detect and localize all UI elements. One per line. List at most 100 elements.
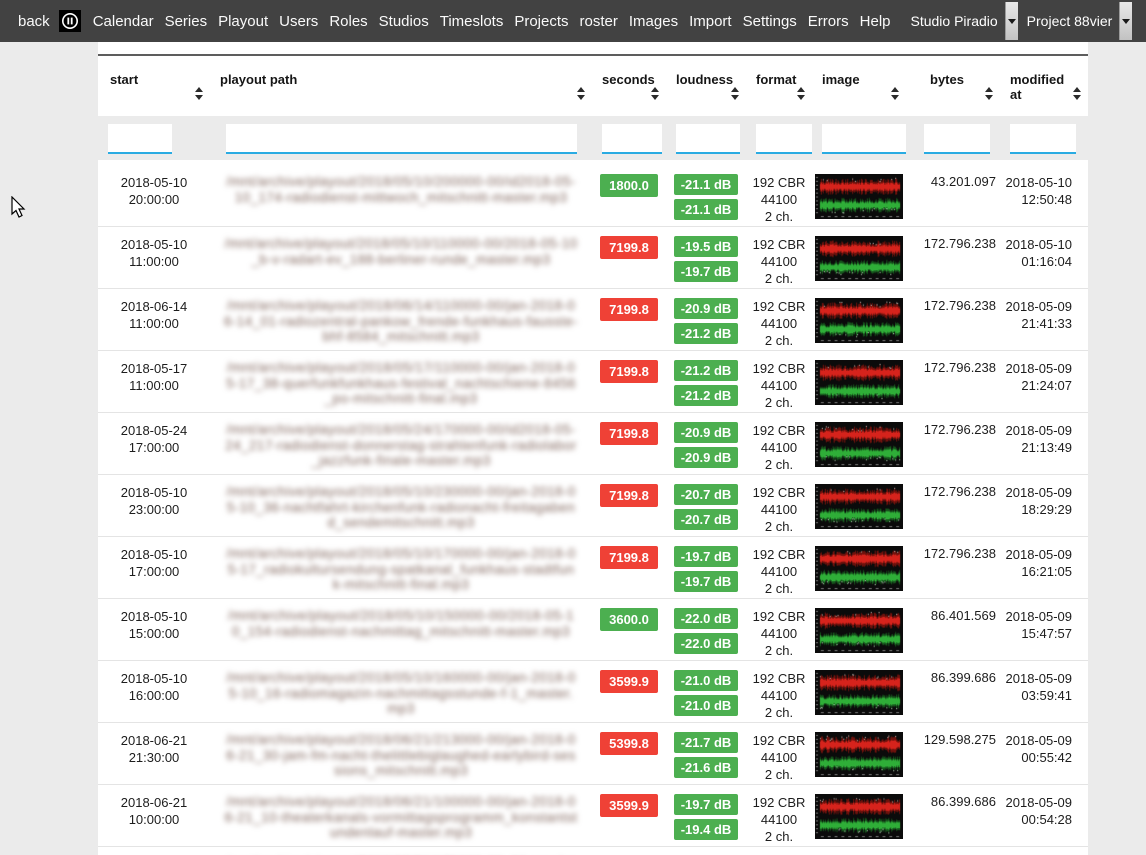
column-label: start xyxy=(110,72,138,87)
playout-path-cell: /mnt/archive/playout/2018/05/24/170000-0… xyxy=(210,413,592,475)
modified-at-cell: 2018-05-10 12:50:48 xyxy=(1000,163,1088,227)
sort-icon[interactable] xyxy=(797,87,805,100)
format-cell: 192 CBR 44100 2 ch. xyxy=(746,537,812,599)
column-label: modified at xyxy=(1010,72,1064,102)
chevron-down-icon[interactable] xyxy=(1119,2,1132,40)
app-logo-icon[interactable] xyxy=(59,10,81,32)
nav-item-timeslots[interactable]: Timeslots xyxy=(440,13,504,30)
sort-icon[interactable] xyxy=(891,87,899,100)
modified-time: 21:41:33 xyxy=(1001,315,1072,332)
loudness-badge-1: -20.7 dB xyxy=(674,484,738,505)
nav-item-series[interactable]: Series xyxy=(165,13,208,30)
format-bitrate: 192 CBR xyxy=(747,546,811,563)
seconds-badge: 7199.8 xyxy=(600,298,658,321)
nav-item-studios[interactable]: Studios xyxy=(379,13,429,30)
chevron-down-icon[interactable] xyxy=(1005,2,1018,40)
column-header-loudness[interactable]: loudness xyxy=(666,55,746,116)
seconds-cell: 7199.8 xyxy=(592,413,666,475)
sort-icon[interactable] xyxy=(1073,87,1081,100)
project-select[interactable]: Project 88vier xyxy=(1023,2,1133,40)
column-header-format[interactable]: format xyxy=(746,55,812,116)
column-header-modified-at[interactable]: modified at xyxy=(1000,55,1088,116)
filter-start-input[interactable] xyxy=(108,124,172,154)
modified-time: 00:55:42 xyxy=(1001,749,1072,766)
waveform-image[interactable] xyxy=(815,298,903,343)
waveform-image[interactable] xyxy=(815,422,903,467)
waveform-image[interactable] xyxy=(815,608,903,653)
loudness-badge-2: -21.6 dB xyxy=(674,757,738,778)
playout-path-redacted: /mnt/archive/playout/2018/05/17/110000-0… xyxy=(226,360,576,406)
modified-at-cell: 2018-05-09 21:13:49 xyxy=(1000,413,1088,475)
sort-icon[interactable] xyxy=(651,87,659,100)
filter-image-input[interactable] xyxy=(822,124,908,154)
waveform-image[interactable] xyxy=(815,360,903,405)
waveform-image[interactable] xyxy=(815,236,903,281)
sort-icon[interactable] xyxy=(577,87,585,100)
waveform-image[interactable] xyxy=(815,484,903,529)
playout-path-redacted: /mnt/archive/playout/2018/05/10/170000-0… xyxy=(226,546,576,592)
loudness-badge-2: -19.4 dB xyxy=(674,819,738,840)
nav-item-playout[interactable]: Playout xyxy=(218,13,268,30)
column-header-bytes[interactable]: bytes xyxy=(906,55,1000,116)
studio-select[interactable]: Studio Piradio xyxy=(907,2,1018,40)
modified-time: 03:59:41 xyxy=(1001,687,1072,704)
format-samplerate: 44100 xyxy=(747,687,811,704)
filter-loudness-input[interactable] xyxy=(676,124,740,154)
format-channels: 2 ch. xyxy=(747,332,811,349)
nav-item-roles[interactable]: Roles xyxy=(329,13,367,30)
format-samplerate: 44100 xyxy=(747,501,811,518)
playout-path-cell: /mnt/archive/playout/2018/05/10/110000-0… xyxy=(210,227,592,289)
loudness-cell: -22.0 dB -22.0 dB xyxy=(666,599,746,661)
loudness-cell: -20.9 dB -21.2 dB xyxy=(666,289,746,351)
content-panel: start playout path seconds loudness form… xyxy=(98,42,1088,855)
table-body: 2018-05-10 20:00:00 /mnt/archive/playout… xyxy=(98,163,1088,855)
playout-path-redacted: /mnt/archive/playout/2018/05/10/230000-0… xyxy=(226,484,576,530)
column-header-playout-path[interactable]: playout path xyxy=(210,55,592,116)
format-channels: 2 ch. xyxy=(747,704,811,721)
nav-item-calendar[interactable]: Calendar xyxy=(93,13,154,30)
back-button[interactable]: back xyxy=(18,13,50,30)
sort-icon[interactable] xyxy=(985,87,993,100)
filter-bytes-input[interactable] xyxy=(924,124,990,154)
start-time: 23:00:00 xyxy=(99,501,209,518)
filter-seconds-input[interactable] xyxy=(602,124,662,154)
waveform-image[interactable] xyxy=(815,732,903,777)
table-header-row: start playout path seconds loudness form… xyxy=(98,55,1088,116)
nav-item-help[interactable]: Help xyxy=(860,13,891,30)
waveform-image[interactable] xyxy=(815,546,903,591)
nav-item-roster[interactable]: roster xyxy=(580,13,618,30)
column-header-image[interactable]: image xyxy=(812,55,906,116)
table-row: 2018-05-31 /mnt/archive/playout/2018/05/… xyxy=(98,847,1088,855)
filter-path-input[interactable] xyxy=(226,124,577,154)
loudness-badge-2: -20.7 dB xyxy=(674,509,738,530)
modified-date: 2018-05-09 xyxy=(1001,732,1072,749)
waveform-image[interactable] xyxy=(815,174,903,219)
sort-icon[interactable] xyxy=(731,87,739,100)
nav-item-projects[interactable]: Projects xyxy=(514,13,568,30)
start-cell: 2018-05-10 17:00:00 xyxy=(98,537,210,599)
project-select-value: Project 88vier xyxy=(1023,2,1120,40)
start-time: 20:00:00 xyxy=(99,191,209,208)
format-samplerate: 44100 xyxy=(747,749,811,766)
table-row: 2018-05-17 11:00:00 /mnt/archive/playout… xyxy=(98,351,1088,413)
bytes-cell: 129.598.275 xyxy=(906,723,1000,785)
filter-format-input[interactable] xyxy=(756,124,812,154)
modified-time: 21:13:49 xyxy=(1001,439,1072,456)
nav-item-images[interactable]: Images xyxy=(629,13,678,30)
seconds-badge: 3599.9 xyxy=(600,670,658,693)
nav-item-users[interactable]: Users xyxy=(279,13,318,30)
column-header-start[interactable]: start xyxy=(98,55,210,116)
bytes-cell: 172.796.238 xyxy=(906,537,1000,599)
waveform-image[interactable] xyxy=(815,670,903,715)
loudness-badge-2: -20.9 dB xyxy=(674,447,738,468)
column-header-seconds[interactable]: seconds xyxy=(592,55,666,116)
sort-icon[interactable] xyxy=(195,87,203,100)
modified-date: 2018-05-09 xyxy=(1001,484,1072,501)
filter-modified-input[interactable] xyxy=(1010,124,1076,154)
nav-item-errors[interactable]: Errors xyxy=(808,13,849,30)
image-cell xyxy=(812,351,906,413)
nav-item-import[interactable]: Import xyxy=(689,13,732,30)
bytes-cell: 172.796.238 xyxy=(906,413,1000,475)
waveform-image[interactable] xyxy=(815,794,903,839)
nav-item-settings[interactable]: Settings xyxy=(743,13,797,30)
